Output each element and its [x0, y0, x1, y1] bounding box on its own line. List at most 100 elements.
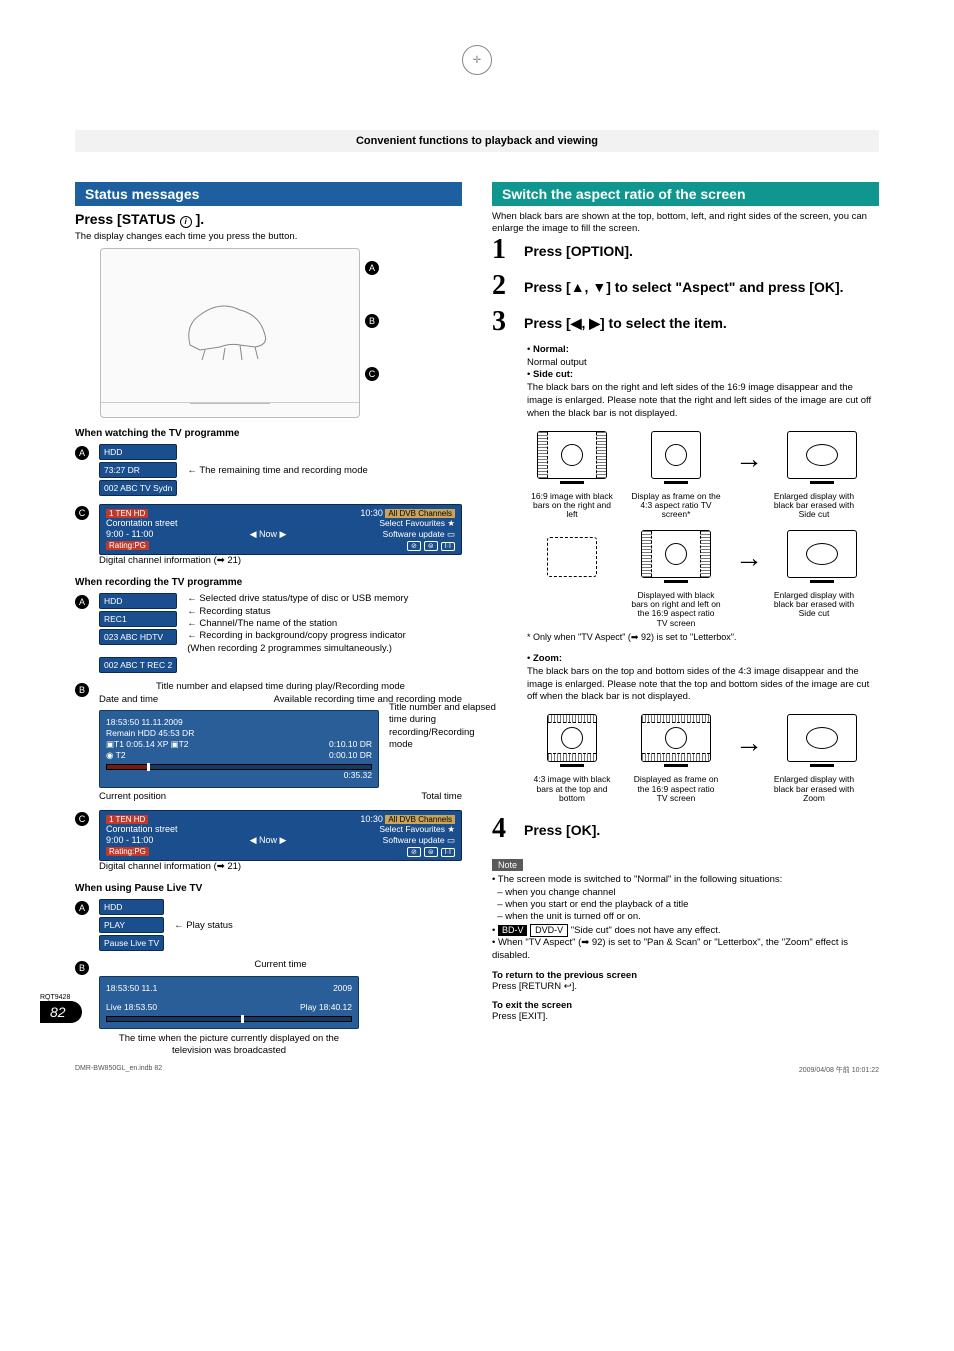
pause-a-boxes: HDD PLAY Pause Live TV [99, 899, 164, 953]
dinosaur-icon [170, 285, 290, 365]
rec-b-side-label: Title number and elapsed time during rec… [389, 702, 499, 751]
d1-c3: Enlarged display with black bar erased w… [769, 492, 859, 520]
programme-time: 9:00 - 11:00 [106, 529, 153, 539]
software-update-label: Software update ▭ [383, 529, 455, 540]
note-2: – when you start or end the playback of … [497, 899, 688, 910]
step-3: 3 Press [◀, ▶] to select the item. [492, 308, 879, 336]
rec-a-r0: ← Selected drive status/type of disc or … [187, 593, 417, 605]
channel-time: 10:30 [360, 508, 383, 518]
press-status-heading: Press [STATUS i ]. [75, 211, 462, 228]
arrow-icon-3: → [735, 727, 763, 759]
rec-channel-chip: 1 TEN HD [106, 815, 148, 824]
doc-file-left: DMR-BW850GL_en.indb 82 [75, 1065, 162, 1075]
watching-a-box: HDD 73:27 DR 002 ABC TV Sydn [99, 444, 177, 498]
callout-a-icon: A [365, 261, 379, 275]
step-1-num: 1 [492, 236, 514, 264]
callout-b-icon: B [365, 314, 379, 328]
rec-b-current-label: Current position [99, 791, 166, 803]
zoom-body: The black bars on the top and bottom sid… [527, 666, 869, 703]
watching-a-line2: 73:27 DR [99, 462, 177, 478]
step-1: 1 Press [OPTION]. [492, 236, 879, 264]
status-messages-heading: Status messages [75, 182, 462, 206]
dvdv-badge: DVD-V [530, 924, 568, 938]
exit-title: To exit the screen [492, 1000, 879, 1011]
rec-b-datetime-label: Date and time [99, 694, 158, 706]
page-footer: RQT9428 82 [40, 994, 82, 1023]
pause-progress-marker [241, 1015, 244, 1023]
breadcrumb: Convenient functions to playback and vie… [75, 130, 879, 152]
sidecut-diagram-1: → [527, 431, 879, 488]
now-indicator: ◀ Now ▶ [250, 529, 287, 540]
channel-group: All DVB Channels [385, 509, 455, 518]
pause-panel-a-row: A HDD PLAY Pause Live TV ← Play status [75, 899, 462, 953]
d2-c1 [527, 591, 617, 628]
sidecut-title: Side cut: [533, 369, 573, 380]
rec-a-r3: ← Recording in background/copy progress … [187, 630, 417, 655]
d3-tv2 [631, 714, 721, 771]
channel-info-panel: 1 TEN HD 10:30 All DVB Channels Corontat… [99, 504, 462, 555]
rqt-code: RQT9428 [40, 994, 82, 1001]
d2-c2: Displayed with black bars on right and l… [631, 591, 721, 628]
zoom-section: • Zoom: The black bars on the top and bo… [527, 653, 879, 704]
watching-a-line3: 002 ABC TV Sydn [99, 480, 177, 496]
pause-panel-b-row: B Current time 18:53:50 11.1 2009 Live 1… [75, 959, 462, 1057]
bdv-note-text: "Side cut" does not have any effect. [571, 925, 721, 936]
rec-a-r2: ← Channel/The name of the station [187, 618, 417, 630]
watching-panel-a-row: A HDD 73:27 DR 002 ABC TV Sydn ← The rem… [75, 444, 462, 498]
rec-a-l3: 023 ABC HDTV [99, 629, 177, 645]
d3-tv1 [527, 714, 617, 771]
rec-b-t1: ▣T1 0:05.14 XP ▣T2 [106, 739, 189, 750]
press-status-text-1: Press [STATUS [75, 211, 176, 227]
d1-c2: Display as frame on the 4:3 aspect ratio… [631, 492, 721, 520]
bdv-badge: BD-V [498, 925, 528, 937]
favourites-label: Select Favourites ★ [379, 518, 455, 529]
letterbox-footnote: * Only when "TV Aspect" (➡ 92) is set to… [527, 632, 879, 643]
pause-letter-a-icon: A [75, 901, 89, 915]
watching-panel-c-row: C 1 TEN HD 10:30 All DVB Channels Coront… [75, 504, 462, 567]
d1-tv3 [777, 431, 867, 488]
d3-captions: 4:3 image with black bars at the top and… [527, 775, 879, 803]
tv-illustration: A B C [100, 248, 360, 418]
return-body: Press [RETURN ↩]. [492, 981, 879, 992]
recording-heading: When recording the TV programme [75, 577, 462, 588]
pause-b-live: Live 18:53.50 [106, 1002, 157, 1013]
pause-b-play: Play 18:40.12 [300, 1002, 352, 1013]
rating-chip: Rating:PG [106, 541, 149, 550]
callout-c-icon: C [365, 367, 379, 381]
recording-panel-c-row: C 1 TEN HD 10:30 All DVB Channels Coront… [75, 810, 462, 873]
step-4-num: 4 [492, 815, 514, 843]
step-4-text: Press [OK]. [524, 815, 600, 839]
pause-a-l1: HDD [99, 899, 164, 915]
rec-b-total-label: Total time [421, 791, 462, 803]
rec-b-t1r: 0:10.10 DR [329, 739, 372, 750]
rec-favourites-label: Select Favourites ★ [379, 824, 455, 835]
recording-panel-b-row: B Title number and elapsed time during p… [75, 681, 462, 804]
return-title: To return to the previous screen [492, 970, 879, 981]
pause-letter-b-icon: B [75, 961, 89, 975]
info-icon: i [180, 216, 192, 228]
pause-caption: The time when the picture currently disp… [99, 1033, 359, 1058]
d1-tv1 [527, 431, 617, 488]
rec-a-l1: HDD [99, 593, 177, 609]
step-1-text: Press [OPTION]. [524, 236, 633, 260]
notes-block: • The screen mode is switched to "Normal… [492, 874, 879, 962]
d2-tv3 [777, 530, 867, 587]
tvaspect-note: When "TV Aspect" (➡ 92) is set to "Pan &… [492, 937, 848, 960]
sidecut-section: • Side cut: The black bars on the right … [527, 369, 879, 420]
d1-captions: 16:9 image with black bars on the right … [527, 492, 879, 520]
exit-screen-block: To exit the screen Press [EXIT]. [492, 1000, 879, 1022]
rec-channel-icons: ⊘⊜I·I [404, 846, 455, 857]
d2-captions: Displayed with black bars on right and l… [527, 591, 879, 628]
recording-channel-info-panel: 1 TEN HD 10:30 All DVB Channels Corontat… [99, 810, 462, 861]
watching-a-label: ← The remaining time and recording mode [187, 465, 367, 477]
pause-b-panel: 18:53:50 11.1 2009 Live 18:53.50 Play 18… [99, 976, 359, 1029]
pause-a-label: ← Play status [174, 920, 233, 932]
step-2: 2 Press [▲, ▼] to select "Aspect" and pr… [492, 272, 879, 300]
rec-b-total: 0:35.32 [106, 770, 372, 781]
note-0: The screen mode is switched to "Normal" … [498, 874, 783, 885]
rec-digital-channel-info-label: Digital channel information (➡ 21) [99, 861, 462, 873]
programme-name: Corontation street [106, 518, 178, 528]
progress-marker [147, 763, 150, 771]
d1-c1: 16:9 image with black bars on the right … [527, 492, 617, 520]
d2-c3: Enlarged display with black bar erased w… [769, 591, 859, 628]
